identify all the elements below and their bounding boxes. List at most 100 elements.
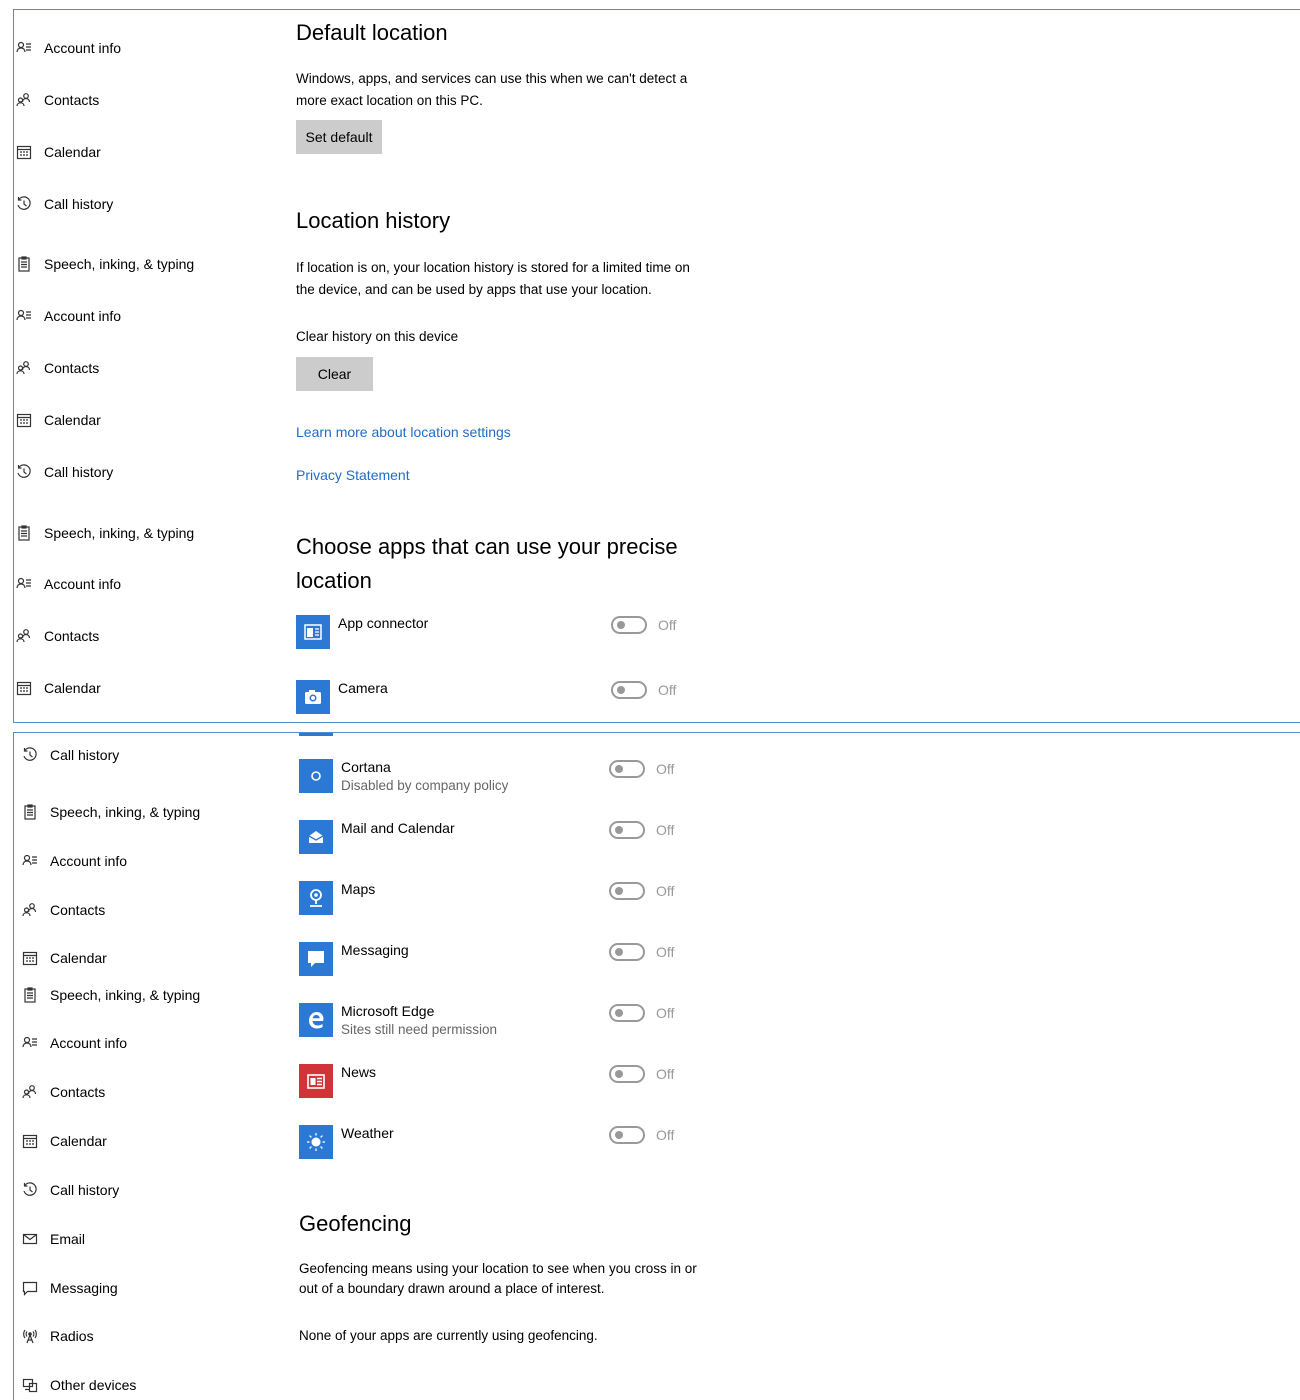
toggle-state-label: Off: [658, 682, 677, 698]
sidebar-item-label: Contacts: [50, 1084, 106, 1100]
sidebar-item-label: Messaging: [50, 1280, 118, 1296]
radios-icon: [22, 1328, 38, 1344]
sidebar-item-label: Call history: [44, 464, 114, 480]
app-tile-partial: [299, 733, 333, 736]
sidebar-item-calendar[interactable]: Calendar: [16, 140, 101, 164]
sidebar-item-label: Calendar: [50, 950, 107, 966]
settings-window-top: Account info Contacts Calendar Call history…: [13, 9, 1300, 723]
toggle-switch[interactable]: [609, 1126, 645, 1144]
calendar-icon: [16, 680, 32, 696]
toggle-state-label: Off: [656, 822, 675, 838]
mail-icon: [299, 820, 333, 854]
contacts-icon: [22, 902, 38, 918]
sidebar-item-label: Calendar: [44, 144, 101, 160]
privacy-statement-link[interactable]: Privacy Statement: [296, 467, 410, 483]
account-info-icon: [16, 40, 32, 56]
toggle-knob: [615, 1131, 623, 1139]
sidebar-item-contacts[interactable]: Contacts: [16, 88, 99, 112]
toggle-switch[interactable]: [609, 1065, 645, 1083]
account-info-icon: [16, 308, 32, 324]
sidebar-item-label: Call history: [44, 196, 114, 212]
sidebar-item-call-history[interactable]: Call history: [16, 460, 113, 484]
toggle-knob: [617, 621, 625, 629]
app-row-camera: Camera Off: [14, 10, 676, 714]
sidebar-item-radios[interactable]: Radios: [22, 1324, 94, 1348]
sidebar-item-account-info[interactable]: Account info: [22, 849, 127, 873]
sidebar-item-email[interactable]: Email: [22, 1227, 85, 1251]
messaging-app-icon: [299, 942, 333, 976]
geofencing-title: Geofencing: [299, 1211, 412, 1236]
toggle-state-label: Off: [656, 1005, 675, 1021]
sidebar-item-calendar[interactable]: Calendar: [16, 676, 101, 700]
account-info-icon: [22, 1035, 38, 1051]
sidebar-item-call-history[interactable]: Call history: [16, 192, 113, 216]
toggle-state-label: Off: [656, 1066, 675, 1082]
default-location-title: Default location: [296, 20, 448, 45]
app-name: Weather: [341, 1125, 394, 1141]
location-history-title: Location history: [296, 208, 451, 233]
sidebar-item-account-info[interactable]: Account info: [22, 1031, 127, 1055]
sidebar-item-speech-inking-typing[interactable]: Speech, inking, & typing: [22, 800, 200, 824]
toggle-knob: [615, 765, 623, 773]
set-default-button[interactable]: Set default: [296, 120, 382, 154]
sidebar-item-contacts[interactable]: Contacts: [16, 624, 99, 648]
sidebar-item-label: Account info: [44, 576, 122, 592]
sidebar-item-contacts[interactable]: Contacts: [16, 356, 99, 380]
app-name: News: [341, 1064, 377, 1080]
sidebar-item-calendar[interactable]: Calendar: [22, 1129, 107, 1153]
toggle-knob: [615, 826, 623, 834]
sidebar-item-label: Speech, inking, & typing: [44, 256, 195, 272]
sidebar-item-other-devices[interactable]: Other devices: [22, 1373, 136, 1397]
sidebar-item-label: Account info: [44, 308, 122, 324]
sidebar-item-call-history[interactable]: Call history: [22, 1178, 119, 1202]
toggle-switch[interactable]: [609, 943, 645, 961]
toggle-switch[interactable]: [611, 681, 647, 699]
sidebar-item-calendar[interactable]: Calendar: [22, 946, 107, 970]
app-subtitle: Disabled by company policy: [341, 778, 509, 793]
sidebar-item-speech-inking-typing[interactable]: Speech, inking, & typing: [22, 983, 200, 1007]
account-info-icon: [16, 576, 32, 592]
toggle-switch[interactable]: [609, 821, 645, 839]
toggle-switch[interactable]: [609, 882, 645, 900]
sidebar-item-account-info[interactable]: Account info: [16, 572, 121, 596]
sidebar-item-label: Contacts: [44, 92, 100, 108]
contacts-icon: [16, 92, 32, 108]
app-name: Mail and Calendar: [341, 820, 455, 836]
cortana-icon: [299, 759, 333, 793]
sidebar-item-label: Call history: [50, 1182, 120, 1198]
sidebar-item-contacts[interactable]: Contacts: [22, 1080, 105, 1104]
sidebar-item-label: Calendar: [44, 412, 101, 428]
settings-window-bottom: Call history Speech, inking, & typing Acco…: [13, 732, 1300, 1400]
sidebar-item-account-info[interactable]: Account info: [16, 304, 121, 328]
sidebar-item-messaging[interactable]: Messaging: [22, 1276, 118, 1300]
sidebar-item-speech-inking-typing[interactable]: Speech, inking, & typing: [16, 252, 194, 276]
call-history-icon: [16, 464, 32, 480]
toggle-knob: [615, 948, 623, 956]
toggle-switch[interactable]: [609, 1004, 645, 1022]
sidebar-item-contacts[interactable]: Contacts: [22, 898, 105, 922]
sidebar-item-label: Account info: [50, 853, 128, 869]
camera-icon: [296, 680, 330, 714]
toggle-switch[interactable]: [611, 616, 647, 634]
app-name: Microsoft Edge: [341, 1003, 435, 1019]
sidebar-item-account-info[interactable]: Account info: [16, 36, 121, 60]
toggle-knob: [615, 887, 623, 895]
messaging-icon: [22, 1280, 38, 1296]
app-name: Maps: [341, 881, 376, 897]
sidebar-item-label: Account info: [50, 1035, 128, 1051]
toggle-state-label: Off: [656, 944, 675, 960]
clear-button[interactable]: Clear: [296, 357, 373, 391]
sidebar-item-label: Email: [50, 1231, 86, 1247]
calendar-icon: [22, 950, 38, 966]
edge-icon: [299, 1003, 333, 1037]
learn-more-link[interactable]: Learn more about location settings: [296, 424, 511, 440]
toggle-knob: [615, 1070, 623, 1078]
toggle-switch[interactable]: [609, 760, 645, 778]
default-location-description: Windows, apps, and services can use this…: [296, 71, 688, 108]
toggle-knob: [615, 1009, 623, 1017]
calendar-icon: [16, 412, 32, 428]
sidebar-item-label: Contacts: [44, 628, 100, 644]
sidebar-item-speech-inking-typing[interactable]: Speech, inking, & typing: [16, 521, 194, 545]
sidebar-item-calendar[interactable]: Calendar: [16, 408, 101, 432]
app-name: Cortana: [341, 759, 391, 775]
